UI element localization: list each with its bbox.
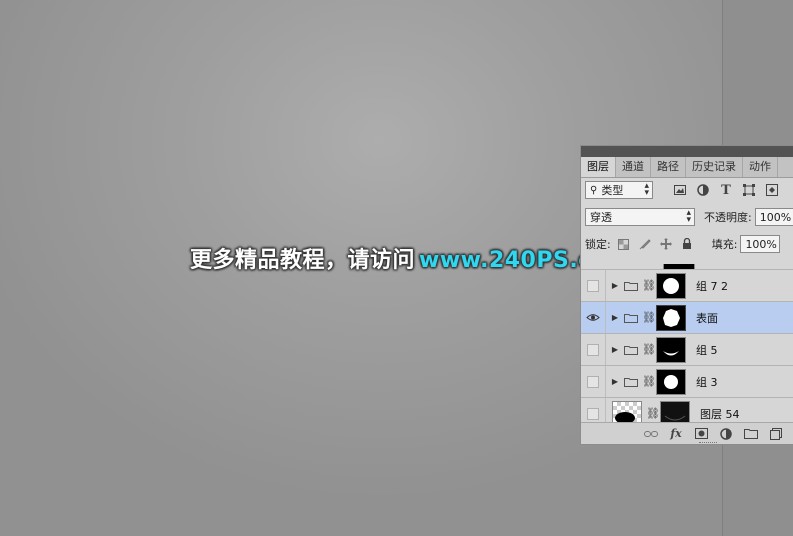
layer-name: 组 3 — [696, 375, 718, 389]
blend-mode-value: 穿透 — [590, 211, 612, 224]
fill-label: 填充: — [711, 238, 738, 251]
updown-icon: ▴ ▾ — [644, 181, 649, 198]
filter-kind-value: 类型 — [601, 184, 624, 197]
blend-mode-select[interactable]: 穿透 ▴ ▾ — [585, 208, 695, 226]
lock-transparent-icon[interactable] — [617, 237, 631, 251]
layer-mask-thumbnail[interactable] — [656, 368, 686, 395]
layer-row[interactable]: ▶ ⛓ 组 3 — [581, 365, 793, 398]
opacity-label: 不透明度: — [704, 211, 752, 224]
lock-position-icon[interactable] — [659, 237, 673, 251]
layer-name: 组 7 2 — [696, 279, 728, 293]
panel-tabs: 图层 通道 路径 历史记录 动作 — [581, 157, 793, 178]
fx-icon[interactable]: fx — [669, 427, 683, 441]
layer-mask-thumbnail[interactable] — [656, 304, 686, 331]
adjustment-icon[interactable] — [719, 427, 733, 441]
link-chain-icon[interactable]: ⛓ — [642, 343, 656, 356]
visibility-toggle[interactable] — [581, 301, 606, 334]
link-chain-icon[interactable]: ⛓ — [642, 311, 656, 324]
visibility-toggle[interactable] — [581, 365, 606, 398]
folder-icon — [624, 313, 638, 323]
layer-thumbnail[interactable] — [612, 400, 642, 422]
search-icon: ⚲ — [590, 184, 598, 196]
watermark-text: 更多精品教程，请访问 — [190, 248, 416, 273]
layer-mask-thumbnail[interactable] — [656, 336, 686, 363]
tab-history[interactable]: 历史记录 — [686, 157, 743, 177]
visibility-toggle[interactable] — [581, 397, 606, 422]
fill-input[interactable]: 100% — [740, 235, 781, 253]
layers-panel: 图层 通道 路径 历史记录 动作 ⚲ 类型 ▴ ▾ T 穿透 ▴ ▾ 不透明度:… — [580, 145, 793, 445]
link-chain-icon[interactable]: ⛓ — [642, 279, 656, 292]
lock-pixels-icon[interactable] — [638, 237, 652, 251]
expand-arrow-icon[interactable]: ▶ — [610, 377, 620, 386]
link-chain-icon[interactable]: ⛓ — [642, 375, 656, 388]
tab-layers[interactable]: 图层 — [581, 157, 616, 177]
updown-icon: ▴ ▾ — [686, 208, 691, 225]
layer-row[interactable]: ▶ ⛓ 组 7 2 — [581, 269, 793, 302]
tab-paths[interactable]: 路径 — [651, 157, 686, 177]
layer-mask-thumbnail[interactable] — [660, 400, 690, 422]
lock-label: 锁定: — [585, 238, 611, 251]
folder-icon — [624, 281, 638, 291]
new-group-icon[interactable] — [744, 427, 758, 441]
image-filter-icon[interactable] — [673, 183, 687, 197]
folder-icon — [624, 377, 638, 387]
eye-icon — [586, 314, 600, 321]
visibility-toggle[interactable] — [581, 333, 606, 366]
tab-actions[interactable]: 动作 — [743, 157, 778, 177]
link-icon[interactable] — [644, 427, 658, 441]
opacity-input[interactable]: 100% — [754, 208, 793, 226]
layer-mask-thumbnail[interactable] — [656, 272, 686, 299]
layer-name: 组 5 — [696, 343, 718, 357]
layers-list: ▶ ⛓ 组 7 2 ▶ ⛓ 表面 ▶ ⛓ 组 5 ▶ ⛓ 组 3 ⛓ 图层 54 — [581, 264, 793, 422]
layer-row[interactable]: ▶ ⛓ 表面 — [581, 301, 793, 334]
layer-name: 图层 54 — [700, 407, 740, 421]
watermark: 更多精品教程，请访问 www.240PS.com — [190, 242, 631, 274]
new-layer-icon[interactable] — [769, 427, 783, 441]
shape-filter-icon[interactable] — [742, 183, 756, 197]
link-chain-icon[interactable]: ⛓ — [646, 407, 660, 420]
tab-channels[interactable]: 通道 — [616, 157, 651, 177]
filter-kind-select[interactable]: ⚲ 类型 ▴ ▾ — [585, 181, 653, 199]
layers-panel-footer: fx — [581, 422, 793, 444]
expand-arrow-icon[interactable]: ▶ — [610, 345, 620, 354]
layer-row[interactable]: ▶ ⛓ 组 5 — [581, 333, 793, 366]
mask-icon[interactable] — [694, 427, 708, 441]
visibility-toggle[interactable] — [581, 269, 606, 302]
lock-all-icon[interactable] — [680, 237, 694, 251]
resize-grip[interactable] — [699, 442, 717, 445]
layer-row[interactable]: ⛓ 图层 54 — [581, 397, 793, 422]
expand-arrow-icon[interactable]: ▶ — [610, 281, 620, 290]
smart-object-filter-icon[interactable] — [765, 183, 779, 197]
type-filter-icon[interactable]: T — [719, 183, 733, 198]
panel-header[interactable] — [581, 146, 793, 157]
layer-name: 表面 — [696, 311, 718, 325]
adjustment-filter-icon[interactable] — [696, 183, 710, 197]
folder-icon — [624, 345, 638, 355]
expand-arrow-icon[interactable]: ▶ — [610, 313, 620, 322]
